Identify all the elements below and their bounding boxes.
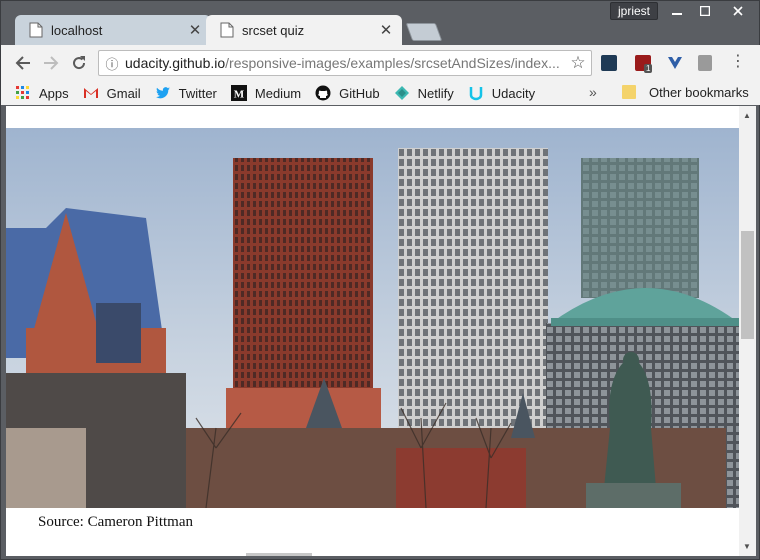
new-tab-button[interactable] xyxy=(405,23,443,41)
arrow-left-icon xyxy=(15,56,30,70)
profile-button[interactable]: jpriest xyxy=(610,2,658,20)
page-content: Source: Cameron Pittman xyxy=(6,106,739,556)
menu-icon[interactable]: ⋮ xyxy=(729,54,747,70)
minimize-button[interactable] xyxy=(663,1,691,20)
bookmark-label: Gmail xyxy=(106,85,141,101)
minimize-icon xyxy=(672,12,682,15)
extension-icon[interactable] xyxy=(698,55,712,71)
bookmark-twitter[interactable]: Twitter xyxy=(155,85,217,101)
udacity-icon xyxy=(469,87,482,101)
url-path: /responsive-images/examples/srcsetAndSiz… xyxy=(225,55,560,71)
url-host: udacity.github.io xyxy=(125,55,226,71)
twitter-icon xyxy=(155,87,170,99)
github-icon xyxy=(315,85,331,101)
scroll-up-icon[interactable]: ▲ xyxy=(743,111,751,120)
bookmark-label: Udacity xyxy=(491,85,536,101)
close-tab-icon[interactable]: ✕ xyxy=(185,21,205,39)
ublock-extension-icon[interactable]: 1 xyxy=(635,55,653,73)
profile-name: jpriest xyxy=(617,4,650,18)
tab-strip: localhost ✕ srcset quiz ✕ jpriest xyxy=(1,1,760,45)
close-icon xyxy=(733,5,743,16)
apps-grid-icon xyxy=(16,86,29,99)
tab-localhost[interactable]: localhost ✕ xyxy=(15,15,211,45)
arrow-right-icon xyxy=(44,56,59,70)
bookmark-github[interactable]: GitHub xyxy=(315,85,380,101)
netlify-icon xyxy=(394,86,409,100)
city-skyline-photo xyxy=(6,128,739,508)
bookmarks-bar: Apps Gmail Twitter M Medium GitHub Netli… xyxy=(1,81,760,105)
image-caption: Source: Cameron Pittman xyxy=(38,514,193,530)
medium-icon: M xyxy=(230,85,247,101)
bookmarks-overflow-icon[interactable]: » xyxy=(589,84,597,100)
bookmark-label: Apps xyxy=(39,85,69,101)
bookmark-apps[interactable]: Apps xyxy=(15,85,69,101)
url-text[interactable]: udacity.github.io/responsive-images/exam… xyxy=(125,55,565,71)
browser-window: localhost ✕ srcset quiz ✕ jpriest ⓘ udac… xyxy=(0,0,760,560)
vertical-scrollbar[interactable]: ▲ ▼ xyxy=(739,106,756,556)
vue-devtools-icon[interactable] xyxy=(667,55,683,71)
bookmark-label: GitHub xyxy=(339,85,380,101)
maximize-icon xyxy=(700,5,710,16)
bookmark-medium[interactable]: M Medium xyxy=(230,85,302,101)
bookmark-netlify[interactable]: Netlify xyxy=(394,85,454,101)
bookmark-udacity[interactable]: Udacity xyxy=(468,85,535,101)
back-button[interactable] xyxy=(9,49,37,77)
folder-icon xyxy=(622,85,636,99)
bookmark-label: Twitter xyxy=(178,85,217,101)
browser-toolbar: ⓘ udacity.github.io/responsive-images/ex… xyxy=(1,45,760,81)
extension-badge: 1 xyxy=(644,64,653,73)
bookmark-label: Medium xyxy=(254,85,302,101)
forward-button[interactable] xyxy=(37,49,65,77)
close-window-button[interactable] xyxy=(719,1,757,20)
page-icon xyxy=(220,22,234,38)
maximize-button[interactable] xyxy=(691,1,719,20)
reload-icon xyxy=(73,56,86,70)
tab-srcset-quiz[interactable]: srcset quiz ✕ xyxy=(206,15,402,45)
tab-label: localhost xyxy=(51,22,103,38)
svg-text:M: M xyxy=(234,89,245,101)
bookmark-star-icon[interactable]: ☆ xyxy=(565,53,591,73)
page-icon xyxy=(29,22,43,38)
scroll-thumb[interactable] xyxy=(741,231,754,339)
bookmark-label: Netlify xyxy=(417,85,454,101)
other-bookmarks[interactable]: Other bookmarks xyxy=(649,85,749,100)
address-bar[interactable]: ⓘ udacity.github.io/responsive-images/ex… xyxy=(98,50,592,76)
close-tab-icon[interactable]: ✕ xyxy=(376,21,396,39)
gmail-icon xyxy=(83,88,98,98)
horizontal-scroll-thumb[interactable] xyxy=(246,553,312,556)
reload-button[interactable] xyxy=(65,49,93,77)
site-info-icon[interactable]: ⓘ xyxy=(99,54,125,73)
udacity-extension-icon[interactable] xyxy=(601,55,617,71)
bookmark-gmail[interactable]: Gmail xyxy=(83,85,141,101)
tab-label: srcset quiz xyxy=(242,22,305,38)
scroll-down-icon[interactable]: ▼ xyxy=(743,542,751,551)
